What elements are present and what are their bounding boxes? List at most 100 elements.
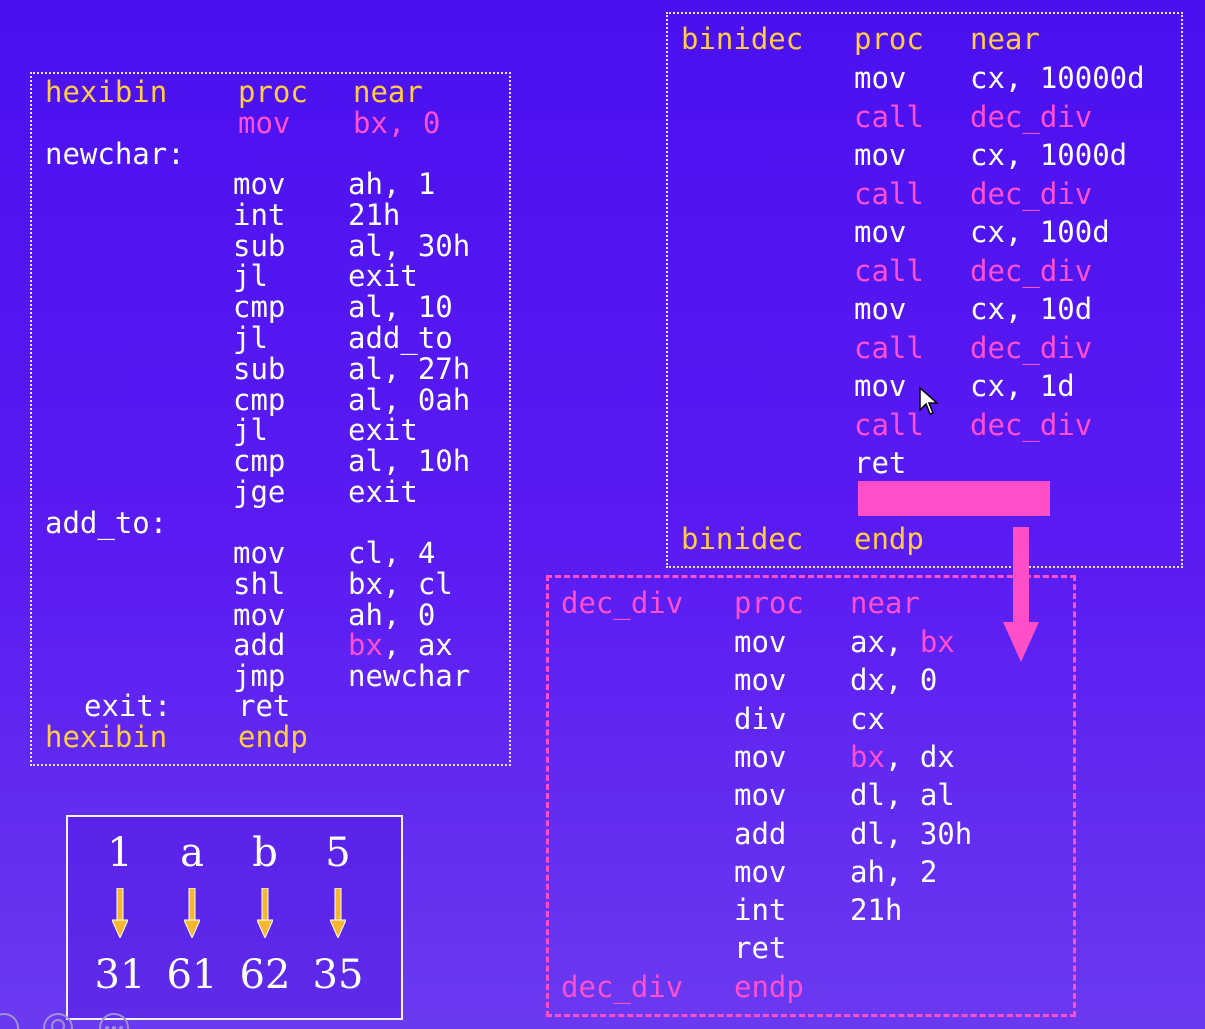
hexibin-line-arg: ah, 0 [348,597,436,632]
dec-div-line-arg: dl, 30h [850,818,972,850]
binidec-line-arg: cx, 100d [970,215,1110,249]
down-arrow-icon [330,888,346,938]
hexibin-line-op: cmp [233,382,286,417]
binidec-line-arg: cx, 1d [970,369,1075,403]
binidec-line-arg: dec_div [970,99,1093,134]
hexibin-jmp-arg: newchar [348,659,471,693]
dec-div-header-arg: near [850,586,920,620]
hexibin-line-op: jl [233,321,268,355]
dec-div-line-arg: dl, al [850,779,955,811]
dec-div-line-op: mov [734,663,787,698]
hexibin-line-op: mov [233,597,286,632]
hexibin-footer-label: hexibin [45,720,168,754]
binidec-line-arg: cx, 10000d [970,61,1145,95]
dec-div-line-op: ret [734,931,787,966]
binidec-line-arg: dec_div [970,176,1093,211]
hexibin-line-arg: al, 10 [348,290,453,325]
hexibin-line-op: jl [233,259,268,294]
binidec-line-arg: cx, 10d [970,292,1093,326]
ascii-char: a [180,830,204,876]
binidec-line-arg: cx, 1000d [970,138,1128,172]
hexibin-line-op: sub [233,228,286,263]
hexibin-add-op: add [233,628,286,662]
dec-div-line-op: add [734,816,787,851]
dec-div-line-arg: 21h [850,894,902,926]
hexibin-line-op: cmp [233,444,286,479]
binidec-line-arg: dec_div [970,330,1093,365]
hexibin-header-op: proc [238,75,308,109]
binidec-line-op: call [854,176,924,211]
binidec-line-op: mov [854,292,907,326]
hexibin-line-arg: exit [348,259,418,294]
hexibin-init-arg: bx, 0 [353,106,441,140]
dec-div-footer-op: endp [734,970,804,1004]
binidec-line-op: mov [854,61,907,95]
binidec-line-op: mov [854,138,907,172]
binidec-line-arg: dec_div [970,407,1093,442]
hexibin-add-arg: bx, ax [348,629,453,661]
binidec-line-op: call [854,330,924,365]
hexibin-init-op: mov [238,106,291,140]
binidec-footer-op: endp [854,522,924,556]
binidec-header-arg: near [970,22,1040,56]
dec-div-line-op: int [734,893,787,928]
hexibin-line-op: jl [233,413,268,448]
ascii-code: 61 [166,952,218,998]
hexibin-jmp-op: jmp [233,659,286,693]
dec-div-line-op: mov [734,854,787,889]
ascii-code: 62 [239,952,291,998]
down-arrow-icon [112,888,128,938]
ascii-char: 1 [107,830,133,876]
down-arrow-icon [257,888,273,938]
hexibin-line-arg: al, 0ah [348,382,471,417]
hexibin-line-arg: bx, cl [348,566,453,601]
hexibin-header-label: hexibin [45,75,168,109]
binidec-line-op: mov [854,369,907,403]
hexibin-line-arg: al, 27h [348,351,471,386]
dec-div-arg-part: bx [850,739,885,774]
dec-div-arg-part: dl, 30h [850,816,973,851]
binidec-line-arg: dec_div [970,253,1093,288]
dec-div-line-op: mov [734,625,787,659]
hexibin-line-arg: al, 30h [348,228,471,263]
dec-div-arg-part: , dx [884,739,955,774]
hexibin-add-arg-highlight: bx [348,628,383,662]
player-control-icon[interactable] [0,1006,150,1029]
dec-div-line-arg: bx, dx [850,741,955,773]
dec-div-arg-part: ah, 2 [850,854,938,889]
dec-div-footer-label: dec_div [561,970,684,1004]
dec-div-arg-part: dl, al [850,778,955,813]
hexibin-line-arg: cl, 4 [348,536,436,570]
hexibin-line-arg: exit [348,413,418,448]
hexibin-exit-op: ret [238,689,291,723]
down-arrow-icon [184,888,200,938]
dec-div-line-op: mov [734,739,787,774]
dec-div-arg-part: dx, 0 [850,663,938,698]
binidec-line-op: ret [854,446,907,480]
dec-div-header-label: dec_div [561,586,684,620]
hexibin-line-arg: al, 10h [348,444,471,479]
binidec-line-op: call [854,99,924,134]
dec-div-line-op: mov [734,778,787,813]
binidec-line-op: mov [854,215,907,249]
binidec-line-op: call [854,407,924,442]
binidec-line-op: call [854,253,924,288]
hexibin-line-op: sub [233,351,286,386]
dec-div-arg-part: cx [850,701,885,736]
dec-div-procedure-box [546,575,1076,1017]
mouse-cursor-icon [919,386,939,415]
hexibin-line-op: int [233,197,286,232]
ascii-code: 31 [94,952,146,998]
hexibin-line-arg: exit [348,475,418,509]
dec-div-line-arg: ah, 2 [850,856,937,888]
highlight-bar [858,481,1050,516]
dec-div-arg-part: bx [919,625,955,659]
hexibin-line-arg: 21h [348,197,401,232]
exit-label: exit: [84,689,172,723]
hexibin-header-arg: near [353,75,423,109]
newchar-label: newchar: [45,137,185,171]
binidec-header-label: binidec [681,22,804,56]
dec-div-line-op: div [734,701,787,736]
ascii-char: 5 [325,830,351,876]
hexibin-line-op: mov [233,536,286,570]
